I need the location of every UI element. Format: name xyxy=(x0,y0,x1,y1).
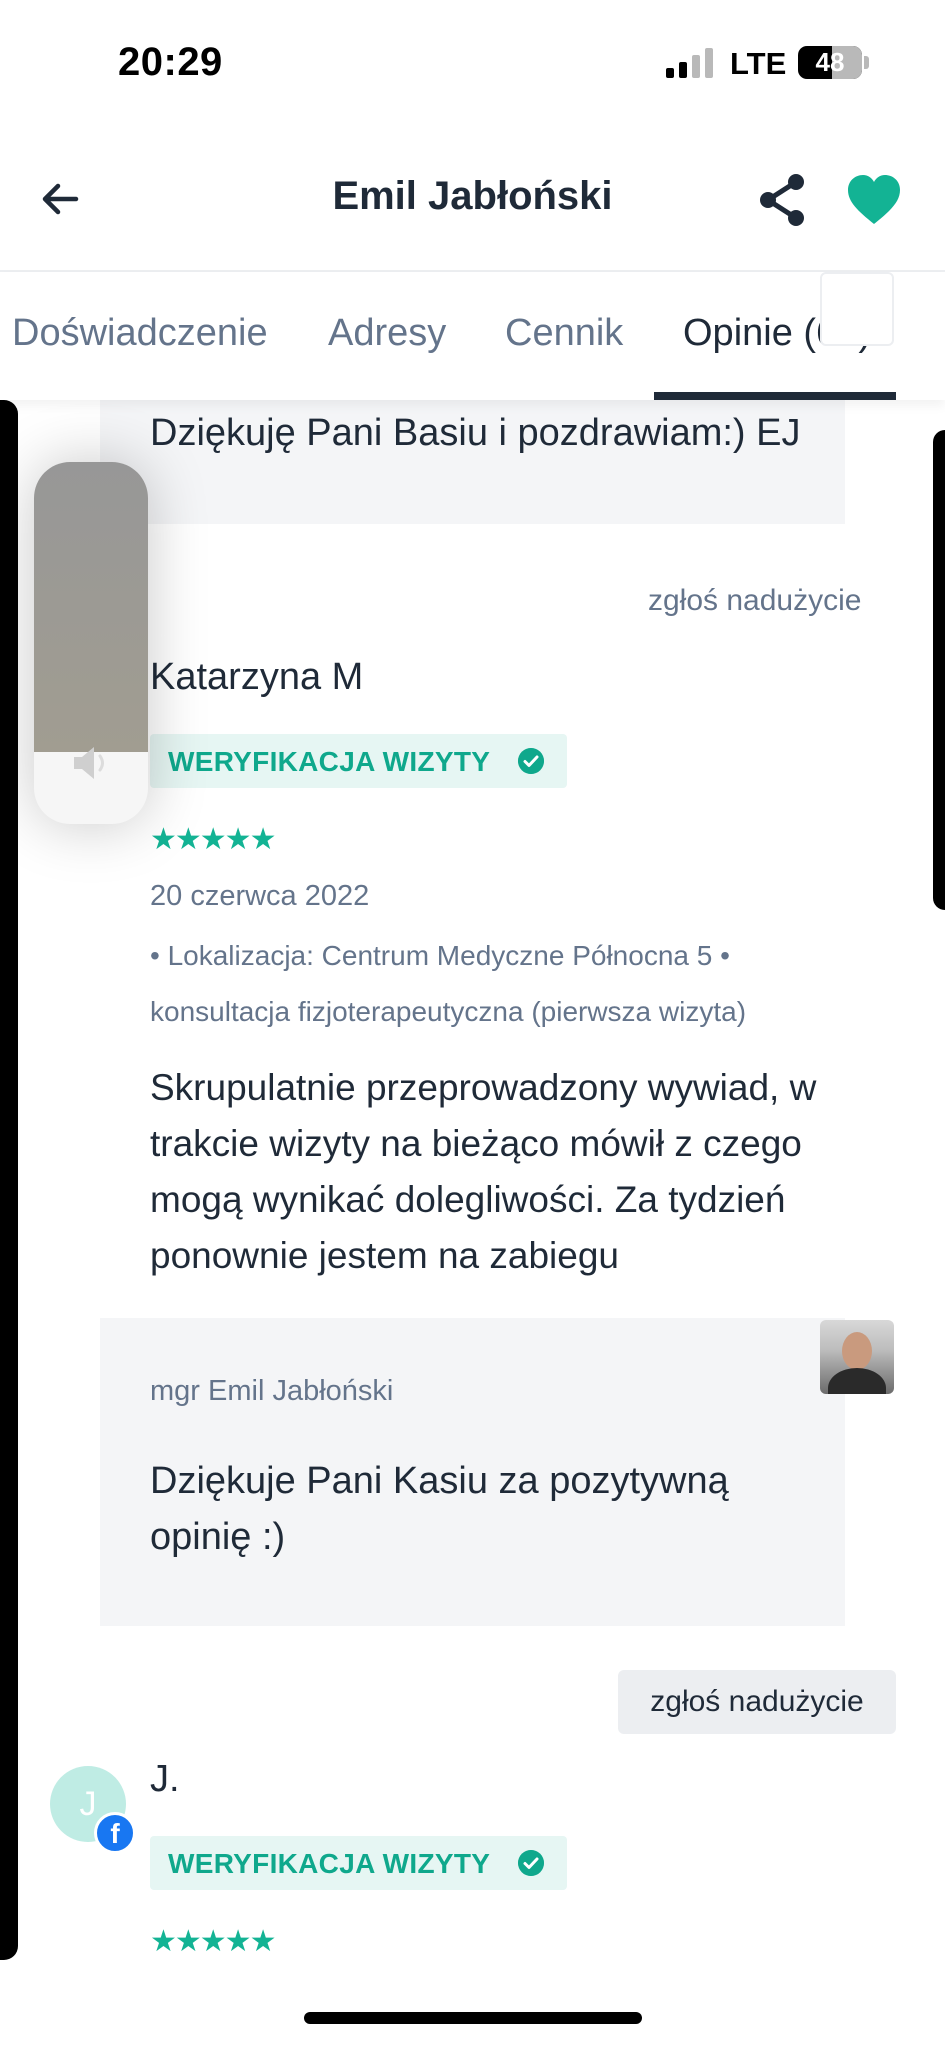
review-text: Skrupulatnie przeprowadzony wywiad, w tr… xyxy=(150,1067,817,1276)
profile-tabs: Doświadczenie Adresy Cennik Opinie (60) xyxy=(0,272,945,400)
verified-visit-badge: WERYFIKACJA WIZYTY xyxy=(150,734,567,788)
review-date: 20 czerwca 2022 xyxy=(150,880,370,912)
battery-icon: 48 xyxy=(798,46,862,79)
page-edge-left xyxy=(0,400,18,1960)
tab-addresses[interactable]: Adresy xyxy=(328,312,446,355)
facebook-icon: f xyxy=(94,1812,136,1854)
page-edge-right xyxy=(933,430,945,910)
battery-cap xyxy=(864,56,869,69)
profile-header: Emil Jabłoński xyxy=(0,130,945,270)
verified-badge-label-2: WERYFIKACJA WIZYTY xyxy=(168,1848,491,1879)
heart-icon[interactable] xyxy=(846,174,902,226)
star-rating-2: ★★★★★ xyxy=(150,1925,276,1958)
speaker-icon xyxy=(74,747,104,779)
volume-slider[interactable] xyxy=(34,462,148,824)
tab-pricing[interactable]: Cennik xyxy=(505,312,623,355)
review-author-2: J. xyxy=(150,1758,180,1800)
share-icon[interactable] xyxy=(756,172,808,228)
tab-overlay-box xyxy=(820,272,894,346)
reply-author: mgr Emil Jabłoński xyxy=(150,1375,394,1407)
doctor-avatar xyxy=(820,1320,894,1394)
review-author: Katarzyna M xyxy=(150,656,364,698)
tab-experience[interactable]: Doświadczenie xyxy=(12,312,268,355)
status-time: 20:29 xyxy=(118,40,223,84)
volume-level-fill xyxy=(34,462,148,752)
check-circle-icon xyxy=(518,748,544,774)
active-tab-indicator xyxy=(654,392,896,400)
report-abuse-button[interactable]: zgłoś nadużycie xyxy=(618,1670,896,1734)
home-indicator xyxy=(304,2012,642,2024)
reply-text: Dziękuje Pani Kasiu za pozytywną opinię … xyxy=(150,1460,729,1558)
status-bar: 20:29 LTE 48 xyxy=(0,0,945,120)
battery-level: 48 xyxy=(815,47,845,77)
verified-badge-label: WERYFIKACJA WIZYTY xyxy=(168,746,491,777)
network-label: LTE xyxy=(730,46,787,81)
report-abuse-link[interactable]: zgłoś nadużycie xyxy=(648,584,861,618)
verified-visit-badge-2: WERYFIKACJA WIZYTY xyxy=(150,1836,567,1890)
previous-reply-text: Dziękuję Pani Basiu i pozdrawiam:) EJ xyxy=(150,412,801,454)
star-rating: ★★★★★ xyxy=(150,823,276,856)
signal-icon xyxy=(666,48,714,78)
review-location: • Lokalizacja: Centrum Medyczne Północna… xyxy=(150,940,747,1027)
check-circle-icon xyxy=(518,1850,544,1876)
